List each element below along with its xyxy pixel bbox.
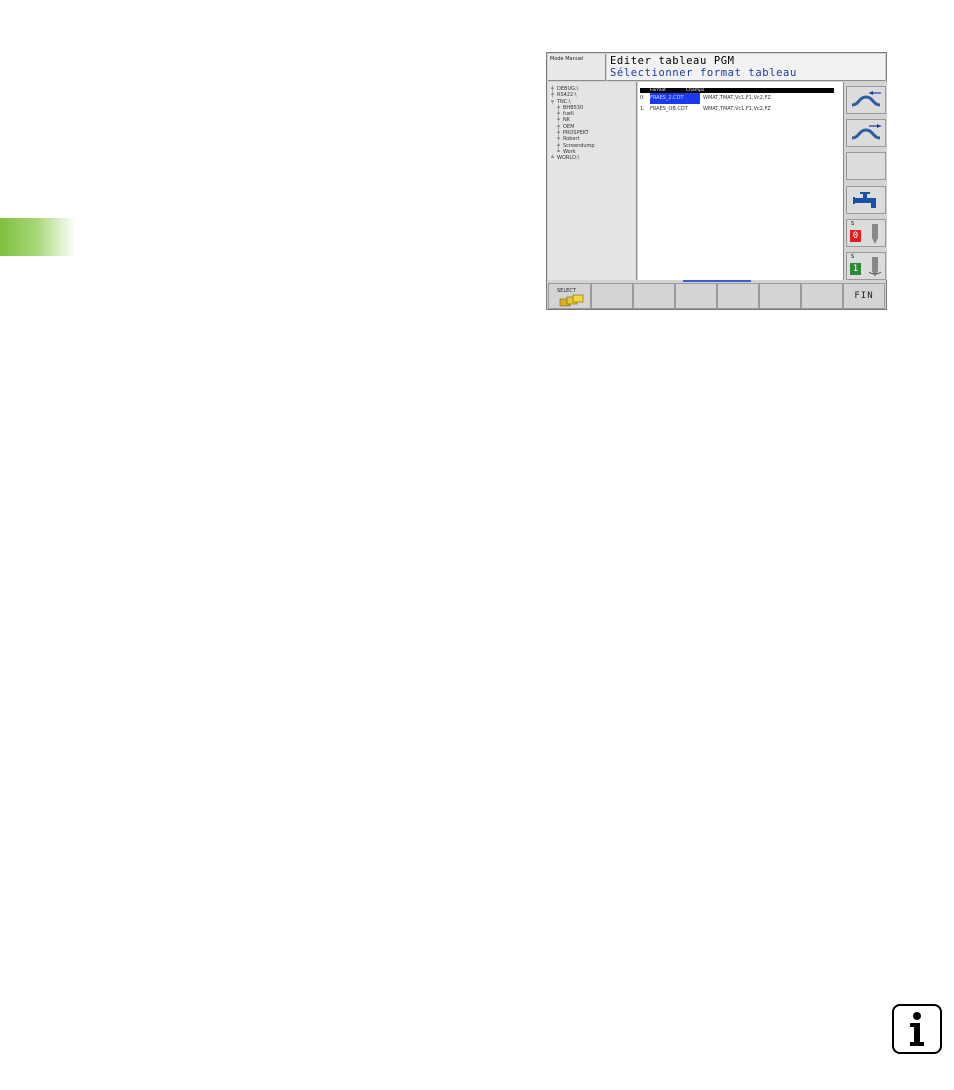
row-fields: WMAT,TMAT,Vc1,F1,Vc2,FZ	[703, 106, 771, 112]
row-fields: WMAT,TMAT,Vc1,F1,Vc2,FZ	[703, 95, 771, 101]
spindle-s-label: S	[851, 254, 855, 260]
spindle-off-badge: 0	[850, 230, 861, 242]
softkey-empty[interactable]	[716, 283, 759, 309]
spindle-on-button[interactable]: S 1	[846, 252, 886, 280]
tree-item-label: BHB530	[563, 104, 584, 111]
tnc-screen: Mode Manuel Editer tableau PGM Sélection…	[546, 52, 887, 310]
override-right-button[interactable]	[846, 119, 886, 147]
table-row[interactable]: 1: FRAES_OB.CDT WMAT,TMAT,Vc1,F1,Vc2,FZ	[640, 104, 843, 115]
row-index: 1:	[640, 106, 645, 112]
page-subtitle: Sélectionner format tableau	[610, 67, 797, 79]
spindle-icon	[872, 224, 878, 244]
page-title: Editer tableau PGM	[610, 55, 735, 67]
select-softkey[interactable]: SELECT	[548, 283, 591, 309]
spindle-off-button[interactable]: S 0	[846, 219, 886, 247]
table-row[interactable]: 0: FRAES_2.CDT WMAT,TMAT,Vc1,F1,Vc2,FZ	[640, 93, 843, 104]
override-left-button[interactable]	[846, 86, 886, 114]
spindle-on-badge: 1	[850, 263, 861, 275]
chapter-tab-marker	[0, 218, 75, 256]
header-panel: Editer tableau PGM Sélectionner format t…	[607, 54, 885, 81]
softkey-empty[interactable]	[674, 283, 717, 309]
vertical-softkey-bar: S 0 S 1	[843, 82, 887, 280]
select-folders-icon	[559, 294, 584, 307]
info-i-glyph	[910, 1012, 924, 1046]
fin-softkey[interactable]: FIN	[843, 283, 886, 309]
coolant-button[interactable]	[846, 186, 886, 214]
softkey-empty[interactable]	[800, 283, 844, 309]
coolant-tap-icon	[853, 192, 876, 208]
directory-tree: ╪ DEBUG:\ ╪ RS422:\ ╤ TNC:\ ╪ BHB530 ╪ fuell …	[548, 82, 637, 280]
tree-item-label: TNC:\	[557, 98, 571, 105]
scroll-indicator-horizontal	[683, 280, 751, 282]
format-list: Format Champs 0: FRAES_2.CDT WMAT,TMAT,V…	[638, 82, 843, 280]
tree-item-label: OEM	[563, 123, 575, 130]
softkey-bar: SELECT FIN	[548, 283, 886, 309]
spindle-rotating-icon	[868, 257, 882, 277]
row-format-selected[interactable]: FRAES_2.CDT	[650, 93, 700, 104]
softkey-empty[interactable]	[632, 283, 675, 309]
row-index: 0:	[640, 95, 645, 101]
ramp-left-icon	[851, 91, 881, 107]
tree-item-drive[interactable]: ╧ WORLD:\	[548, 155, 636, 161]
spindle-s-label: S	[851, 221, 855, 227]
tree-item-label: Screendump	[563, 142, 595, 149]
tree-item-label: Robert	[563, 136, 580, 143]
tree-item-label: RS422:\	[557, 92, 577, 99]
tree-item-label: NK	[563, 117, 571, 124]
row-format[interactable]: FRAES_OB.CDT	[650, 104, 700, 115]
ramp-right-icon	[851, 124, 881, 140]
mode-label: Mode Manuel	[548, 54, 606, 81]
softkey-empty[interactable]	[758, 283, 801, 309]
empty-side-button[interactable]	[846, 152, 886, 180]
info-icon	[892, 1004, 942, 1054]
tree-item-label: WORLD:\	[557, 155, 580, 162]
softkey-empty[interactable]	[590, 283, 633, 309]
